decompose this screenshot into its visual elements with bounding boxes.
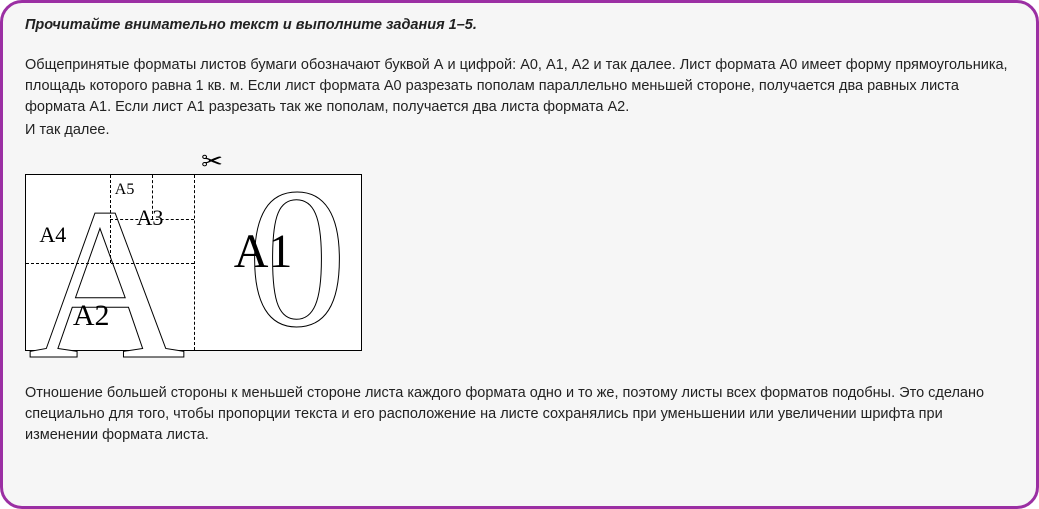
label-a3: A3 [137,207,164,229]
cut-line-vertical-half [194,175,195,350]
instruction-text: Прочитайте внимательно текст и выполните… [25,17,1014,33]
label-a2: A2 [73,301,110,331]
cut-line-horizontal-half [26,263,194,264]
scissors-icon: ✂ [201,148,223,174]
paper-formats-figure: ✂ A 0 A5 A3 A4 A2 A1 [25,151,365,351]
label-a4: A4 [39,224,66,246]
paper-frame: A 0 A5 A3 A4 A2 A1 [25,174,362,351]
paragraph-2: Отношение большей стороны к меньшей стор… [25,383,1014,446]
label-a5: A5 [115,182,135,198]
paragraph-1: Общепринятые форматы листов бумаги обозн… [25,55,1014,118]
label-a1: A1 [234,228,293,276]
task-card: Прочитайте внимательно текст и выполните… [0,0,1039,509]
paragraph-1-tail: И так далее. [25,120,1014,141]
